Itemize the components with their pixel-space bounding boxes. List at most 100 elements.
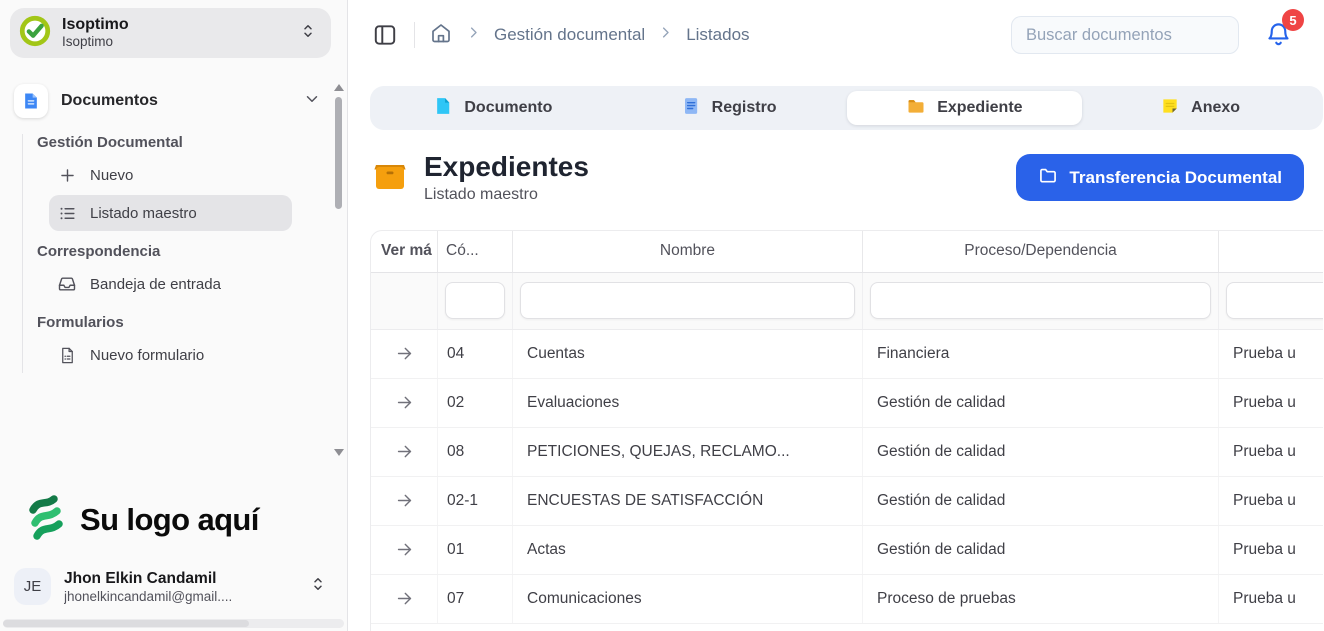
table-row[interactable]: 02-1 ENCUESTAS DE SATISFACCIÓN Gestión d… bbox=[371, 477, 1323, 526]
avatar: JE bbox=[14, 568, 51, 605]
workspace-selector[interactable]: Isoptimo Isoptimo bbox=[10, 8, 331, 58]
cell-nombre: Cuentas bbox=[512, 330, 862, 378]
table-filter-row bbox=[371, 273, 1323, 330]
cell-codigo: 04 bbox=[437, 330, 512, 378]
cell-codigo: 02 bbox=[437, 379, 512, 427]
sidebar-item-bandeja-de-entrada[interactable]: Bandeja de entrada bbox=[49, 266, 292, 302]
user-name: Jhon Elkin Candamil bbox=[64, 569, 232, 588]
transferencia-documental-button[interactable]: Transferencia Documental bbox=[1016, 154, 1304, 201]
table-row[interactable]: 04 Cuentas Financiera Prueba u bbox=[371, 330, 1323, 379]
page-title: Expedientes bbox=[424, 152, 589, 183]
cell-codigo: 08 bbox=[437, 428, 512, 476]
sidebar-scrollbar[interactable] bbox=[334, 84, 344, 456]
sidebar-item-listado-maestro[interactable]: Listado maestro bbox=[49, 195, 292, 231]
chevrons-up-down-icon bbox=[299, 22, 317, 45]
folder-icon bbox=[906, 96, 926, 121]
tab-anexo[interactable]: Anexo bbox=[1082, 91, 1318, 125]
entity-tabs: Documento Registro Expediente Anexo bbox=[370, 86, 1323, 130]
filter-extra-input[interactable] bbox=[1226, 282, 1323, 319]
notification-badge: 5 bbox=[1282, 9, 1304, 31]
expedientes-table: Ver má Có... Nombre Proceso/Dependencia … bbox=[370, 230, 1323, 631]
table-row[interactable]: 01 Actas Gestión de calidad Prueba u bbox=[371, 526, 1323, 575]
section-correspondencia: Correspondencia bbox=[37, 243, 347, 260]
filter-proceso-input[interactable] bbox=[870, 282, 1211, 319]
cell-proceso: Financiera bbox=[862, 330, 1218, 378]
cell-codigo: 01 bbox=[437, 526, 512, 574]
documents-icon bbox=[14, 84, 48, 118]
cell-proceso: Gestión de calidad bbox=[862, 379, 1218, 427]
chevrons-up-down-icon bbox=[309, 575, 327, 598]
chevron-right-icon bbox=[658, 25, 673, 45]
sidebar: Isoptimo Isoptimo Documentos Gestión Doc… bbox=[0, 0, 348, 631]
scroll-up-arrow-icon[interactable] bbox=[334, 84, 344, 91]
table-header-row: Ver má Có... Nombre Proceso/Dependencia bbox=[371, 231, 1323, 273]
cell-proceso: Gestión de calidad bbox=[862, 526, 1218, 574]
column-header-ver-mas[interactable]: Ver má bbox=[371, 231, 437, 272]
sidebar-item-label: Nuevo formulario bbox=[90, 347, 204, 364]
brand-text: Su logo aquí bbox=[80, 502, 259, 538]
notifications-button[interactable]: 5 bbox=[1265, 21, 1292, 53]
tab-label: Anexo bbox=[1191, 99, 1240, 117]
cell-extra: Prueba u bbox=[1218, 575, 1323, 623]
row-expand-arrow-icon[interactable] bbox=[371, 575, 437, 623]
section-formularios: Formularios bbox=[37, 314, 347, 331]
breadcrumb-listados[interactable]: Listados bbox=[686, 25, 749, 45]
tab-expediente[interactable]: Expediente bbox=[847, 91, 1083, 125]
row-expand-arrow-icon[interactable] bbox=[371, 477, 437, 525]
page-subtitle: Listado maestro bbox=[424, 186, 589, 204]
user-menu[interactable]: JE Jhon Elkin Candamil jhonelkincandamil… bbox=[0, 556, 347, 619]
nav-group-documentos[interactable]: Documentos bbox=[14, 84, 347, 118]
chevron-down-icon bbox=[303, 90, 321, 113]
scrollbar-thumb[interactable] bbox=[335, 97, 342, 209]
sidebar-item-label: Bandeja de entrada bbox=[90, 276, 221, 293]
user-email: jhonelkincandamil@gmail.... bbox=[64, 589, 232, 604]
horizontal-scrollbar-thumb[interactable] bbox=[3, 620, 249, 627]
filter-codigo-input[interactable] bbox=[445, 282, 505, 319]
home-icon[interactable] bbox=[429, 21, 453, 50]
tab-documento[interactable]: Documento bbox=[375, 91, 611, 125]
sidebar-item-nuevo-formulario[interactable]: Nuevo formulario bbox=[49, 337, 292, 373]
column-header-proceso[interactable]: Proceso/Dependencia bbox=[862, 231, 1218, 272]
cell-codigo: 02-1 bbox=[437, 477, 512, 525]
row-expand-arrow-icon[interactable] bbox=[371, 379, 437, 427]
table-row[interactable]: 08 PETICIONES, QUEJAS, RECLAMO... Gestió… bbox=[371, 428, 1323, 477]
row-expand-arrow-icon[interactable] bbox=[371, 428, 437, 476]
cell-proceso: Gestión de calidad bbox=[862, 428, 1218, 476]
note-icon bbox=[1160, 96, 1180, 121]
user-texts: Jhon Elkin Candamil jhonelkincandamil@gm… bbox=[64, 569, 232, 603]
row-expand-arrow-icon[interactable] bbox=[371, 330, 437, 378]
workspace-title: Isoptimo bbox=[62, 16, 129, 34]
cell-extra: Prueba u bbox=[1218, 526, 1323, 574]
cell-nombre: PETICIONES, QUEJAS, RECLAMO... bbox=[512, 428, 862, 476]
column-header-extra[interactable] bbox=[1218, 231, 1323, 272]
workspace-subtitle: Isoptimo bbox=[62, 34, 129, 50]
sidebar-horizontal-scrollbar[interactable] bbox=[3, 619, 344, 628]
inbox-icon bbox=[57, 274, 77, 294]
scroll-down-arrow-icon[interactable] bbox=[334, 449, 344, 456]
row-expand-arrow-icon[interactable] bbox=[371, 526, 437, 574]
sidebar-item-label: Listado maestro bbox=[90, 205, 197, 222]
isoptimo-logo-icon bbox=[18, 14, 52, 53]
cell-nombre: Evaluaciones bbox=[512, 379, 862, 427]
filter-nombre-input[interactable] bbox=[520, 282, 855, 319]
section-gestion-documental: Gestión Documental bbox=[37, 134, 347, 151]
cell-proceso: Proceso de pruebas bbox=[862, 575, 1218, 623]
table-row[interactable]: 07 Comunicaciones Proceso de pruebas Pru… bbox=[371, 575, 1323, 624]
plus-icon bbox=[57, 165, 77, 185]
topbar: Gestión documental Listados 5 bbox=[348, 0, 1324, 70]
breadcrumb-gestion-documental[interactable]: Gestión documental bbox=[494, 25, 645, 45]
search-input[interactable] bbox=[1011, 16, 1239, 54]
divider bbox=[414, 22, 415, 48]
column-header-codigo[interactable]: Có... bbox=[437, 231, 512, 272]
tab-registro[interactable]: Registro bbox=[611, 91, 847, 125]
sidebar-item-nuevo[interactable]: Nuevo bbox=[49, 157, 292, 193]
tab-label: Expediente bbox=[937, 99, 1022, 117]
filter-cell-empty bbox=[371, 273, 437, 329]
table-row[interactable]: 02 Evaluaciones Gestión de calidad Prueb… bbox=[371, 379, 1323, 428]
sidebar-toggle-button[interactable] bbox=[370, 20, 400, 50]
cell-extra: Prueba u bbox=[1218, 477, 1323, 525]
workspace-texts: Isoptimo Isoptimo bbox=[62, 16, 129, 50]
nav-group-label: Documentos bbox=[61, 92, 158, 110]
tab-label: Documento bbox=[464, 99, 552, 117]
column-header-nombre[interactable]: Nombre bbox=[512, 231, 862, 272]
